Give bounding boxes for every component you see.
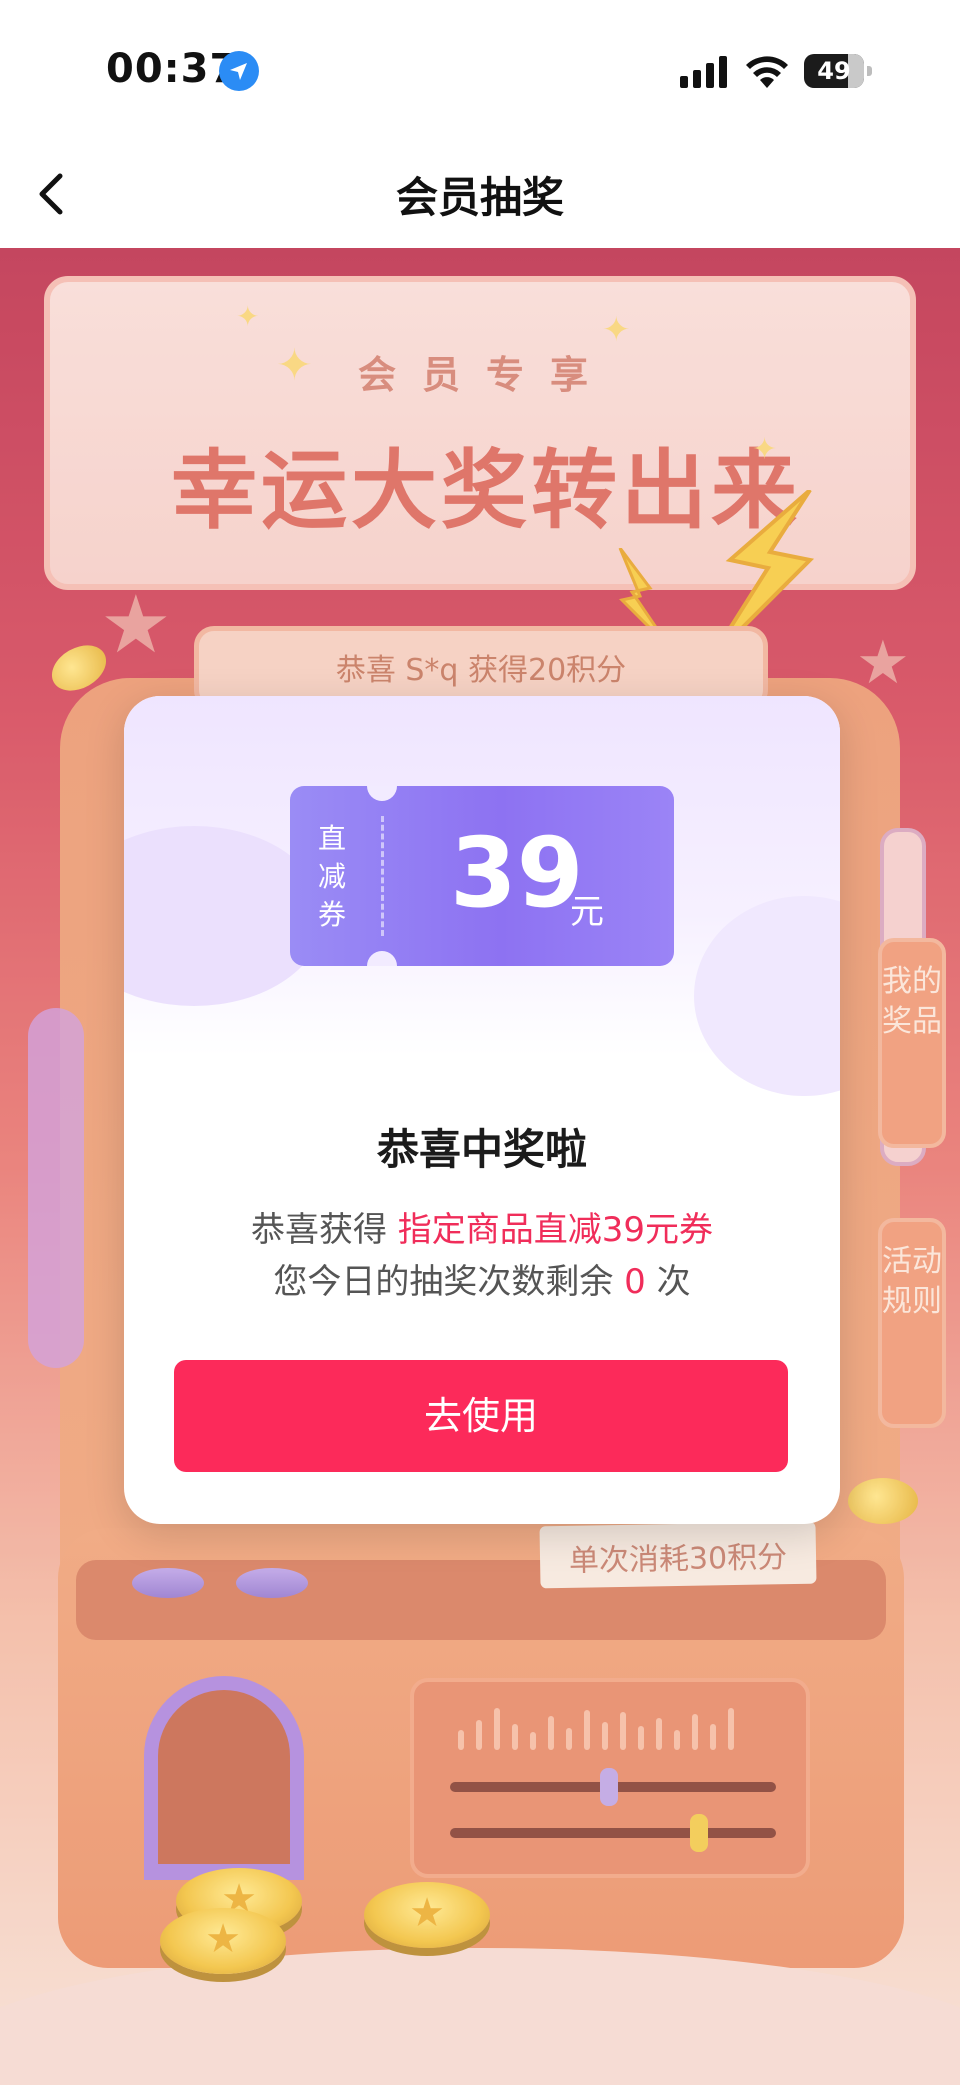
page: 00:37 49 会员抽奖 会员专享 幸运大奖转出来 ✦ ✦ ✦ ✦ ★ ★ 恭… <box>0 0 960 2085</box>
remaining-draws: 您今日的抽奖次数剩余 0 次 <box>124 1254 840 1303</box>
coupon-divider <box>381 816 384 936</box>
wifi-icon <box>746 56 788 88</box>
prize-description: 恭喜获得 指定商品直减39元券 <box>124 1202 840 1251</box>
coupon-unit: 元 <box>570 892 604 932</box>
prize-prefix: 恭喜获得 <box>250 1210 398 1250</box>
coupon-type-label: 直减券 <box>317 822 346 931</box>
dialog-title: 恭喜中奖啦 <box>376 1125 587 1174</box>
remaining-prefix: 您今日的抽奖次数剩余 <box>273 1262 625 1302</box>
coupon-notch <box>367 951 397 966</box>
cellular-signal-icon <box>680 56 727 88</box>
coupon-amount: 39 <box>450 817 584 929</box>
page-title: 会员抽奖 <box>395 173 564 222</box>
use-coupon-button[interactable]: 去使用 <box>174 1360 788 1472</box>
coupon-notch <box>367 786 397 801</box>
nav-bar: 会员抽奖 <box>0 140 960 248</box>
decor-blob <box>694 896 840 1096</box>
location-arrow-icon <box>219 51 259 91</box>
prize-dialog: 直减券 39 元 恭喜中奖啦 恭喜获得 指定商品直减39元券 您今日的抽奖次数剩… <box>124 696 840 1524</box>
battery-body: 49 <box>804 54 864 88</box>
battery-tip <box>867 66 872 76</box>
prize-name: 指定商品直减39元券 <box>397 1210 714 1250</box>
dialog-header: 直减券 39 元 <box>124 696 840 1096</box>
battery-icon: 49 <box>804 54 874 88</box>
coupon-card: 直减券 39 元 <box>290 786 674 966</box>
remaining-count: 0 <box>624 1262 646 1302</box>
remaining-suffix: 次 <box>645 1262 691 1302</box>
status-bar: 00:37 49 <box>0 0 960 140</box>
battery-level: 49 <box>817 57 851 85</box>
